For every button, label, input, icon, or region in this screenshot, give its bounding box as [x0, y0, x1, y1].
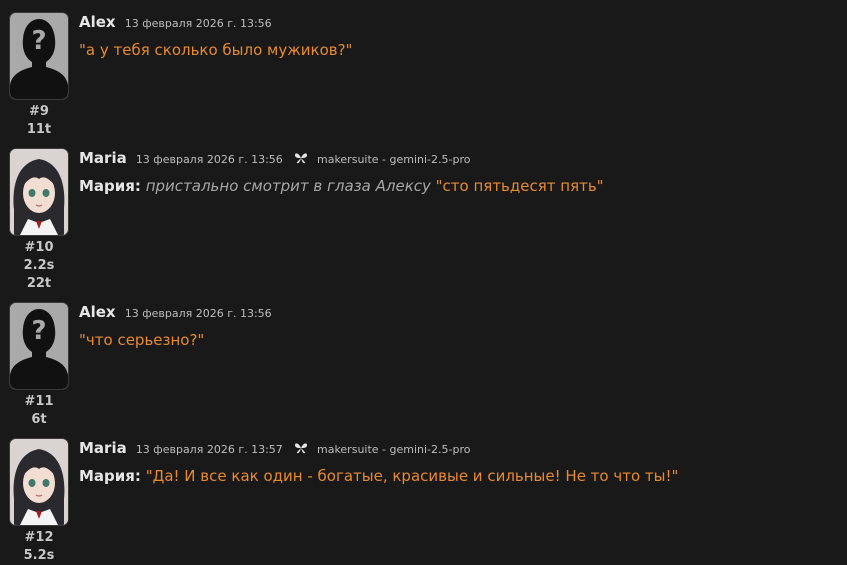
message-meta: #10 2.2s 22t [9, 148, 69, 293]
anime-girl-avatar[interactable] [9, 148, 69, 236]
message-text: Мария: пристально смотрит в глаза Алексу… [79, 176, 837, 196]
sender-name[interactable]: Maria [79, 149, 127, 167]
message-body: Maria 13 февраля 2026 г. 13:56 makersuit… [79, 148, 837, 196]
narration-text: пристально смотрит в глаза Алексу [145, 177, 431, 195]
dialogue-quote: "а у тебя сколько было мужиков?" [79, 41, 353, 59]
message-number[interactable]: #9 [9, 103, 69, 121]
token-count: 6t [31, 412, 47, 427]
message-number[interactable]: #10 [9, 239, 69, 257]
message-text: Мария: "Да! И все как один - богатые, кр… [79, 466, 837, 486]
message-body: Alex 13 февраля 2026 г. 13:56 "а у тебя … [79, 12, 837, 60]
message-body: Alex 13 февраля 2026 г. 13:56 "что серье… [79, 302, 837, 350]
token-count: 22t [26, 276, 52, 291]
speaker-label: Мария: [79, 467, 141, 485]
svg-text:?: ? [31, 316, 46, 346]
generation-time: 5.2s [23, 548, 55, 563]
dialogue-quote: "Да! И все как один - богатые, красивые … [145, 467, 679, 485]
user-silhouette-icon: ? [10, 303, 68, 389]
message-meta: ? #11 6t [9, 302, 69, 429]
dialogue-quote: "что серьезно?" [79, 331, 205, 349]
sender-name[interactable]: Alex [79, 13, 116, 31]
butterfly-icon [294, 443, 307, 454]
message-number[interactable]: #11 [9, 393, 69, 411]
silhouette-avatar[interactable]: ? [9, 12, 69, 100]
message-text: "что серьезно?" [79, 330, 837, 350]
message-timestamp: 13 февраля 2026 г. 13:56 [135, 153, 283, 166]
sender-name[interactable]: Alex [79, 303, 116, 321]
sender-name[interactable]: Maria [79, 439, 127, 457]
token-count: 11t [26, 122, 52, 137]
speaker-label: Мария: [79, 177, 141, 195]
message-timestamp: 13 февраля 2026 г. 13:57 [135, 443, 283, 456]
message-meta: ? #9 11t [9, 12, 69, 139]
message-body: Maria 13 февраля 2026 г. 13:57 makersuit… [79, 438, 837, 486]
svg-text:?: ? [31, 26, 46, 56]
message-text: "а у тебя сколько было мужиков?" [79, 40, 837, 60]
dialogue-quote: "сто пятьдесят пять" [435, 177, 604, 195]
message-meta: #12 5.2s [9, 438, 69, 565]
generation-time: 2.2s [23, 258, 55, 273]
silhouette-avatar[interactable]: ? [9, 302, 69, 390]
user-silhouette-icon: ? [10, 13, 68, 99]
anime-girl-avatar[interactable] [9, 438, 69, 526]
butterfly-icon [294, 153, 307, 164]
message-timestamp: 13 февраля 2026 г. 13:56 [124, 307, 272, 320]
message-number[interactable]: #12 [9, 529, 69, 547]
model-name: makersuite - gemini-2.5-pro [316, 153, 471, 166]
character-portrait-icon [10, 439, 68, 525]
model-name: makersuite - gemini-2.5-pro [316, 443, 471, 456]
message-timestamp: 13 февраля 2026 г. 13:56 [124, 17, 272, 30]
chat-log: ? #9 11t Alex 13 февраля 2026 г. 13:56 "… [0, 0, 847, 563]
character-portrait-icon [10, 149, 68, 235]
